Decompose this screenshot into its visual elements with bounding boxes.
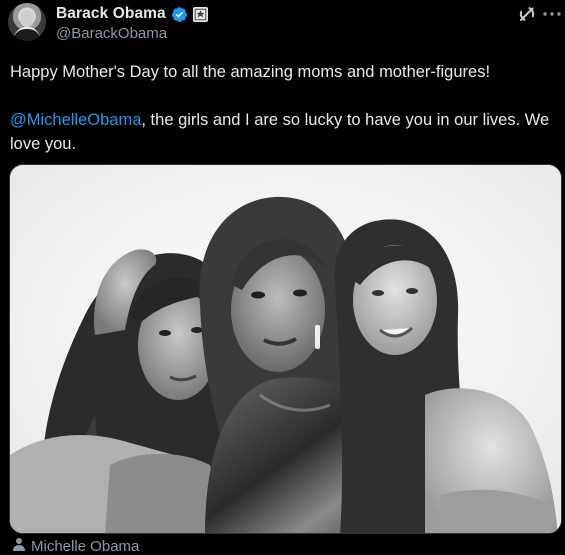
tagged-name: Michelle Obama xyxy=(31,537,140,555)
tagged-people[interactable]: Michelle Obama xyxy=(12,537,139,555)
more-icon[interactable] xyxy=(541,4,563,24)
government-seal-icon[interactable] xyxy=(192,6,208,22)
avatar-suit xyxy=(14,27,40,41)
avatar-head xyxy=(20,10,34,27)
tweet-line-2: @MichelleObama, the girls and I are so l… xyxy=(10,108,555,156)
verified-badge-icon[interactable] xyxy=(171,6,188,23)
tweet-card: Barack Obama @BarackObama Happy Mother's… xyxy=(0,0,565,555)
author-name-row: Barack Obama xyxy=(56,4,208,24)
person-icon xyxy=(12,537,26,555)
grok-icon[interactable] xyxy=(517,4,537,24)
tweet-photo[interactable] xyxy=(9,164,562,534)
author-display-name[interactable]: Barack Obama xyxy=(56,5,166,23)
author-handle[interactable]: @BarackObama xyxy=(56,25,167,42)
mention-link[interactable]: @MichelleObama xyxy=(10,111,141,129)
author-avatar[interactable] xyxy=(8,3,46,41)
tweet-line-1: Happy Mother's Day to all the amazing mo… xyxy=(10,63,491,81)
tweet-text: Happy Mother's Day to all the amazing mo… xyxy=(10,60,555,156)
